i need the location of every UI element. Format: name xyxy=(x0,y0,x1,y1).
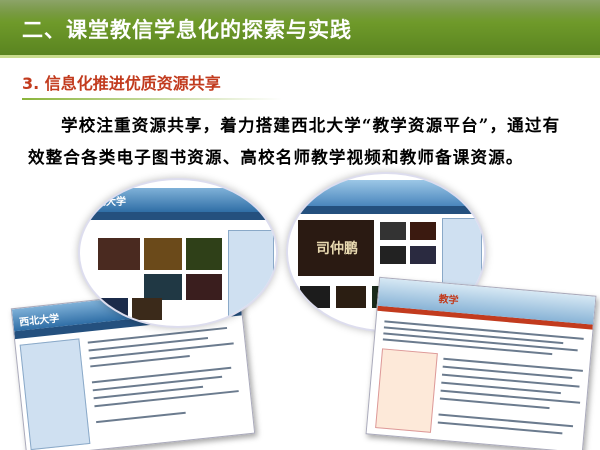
slide-title-bar: 二、课堂教信学息化的探索与实践 xyxy=(0,0,600,58)
section-subtitle: 3. 信息化推进优质资源共享 xyxy=(22,70,282,100)
lens-left-logo: 西北大学 xyxy=(86,197,126,208)
lens-left-homepage: 西北大学 xyxy=(78,178,278,328)
screenshot-collage: 西北大学 西北大学 司仲鹏 教学 xyxy=(0,172,600,450)
screenshot-bottom-right: 教学 xyxy=(365,276,597,450)
video-caption: 司仲鹏 xyxy=(316,241,358,257)
site-header-text: 教学 xyxy=(438,294,459,307)
slide-title: 二、课堂教信学息化的探索与实践 xyxy=(22,18,352,42)
site-logo: 西北大学 xyxy=(18,313,60,329)
body-paragraph: 学校注重资源共享，着力搭建西北大学“教学资源平台”，通过有效整合各类电子图书资源… xyxy=(28,116,561,167)
